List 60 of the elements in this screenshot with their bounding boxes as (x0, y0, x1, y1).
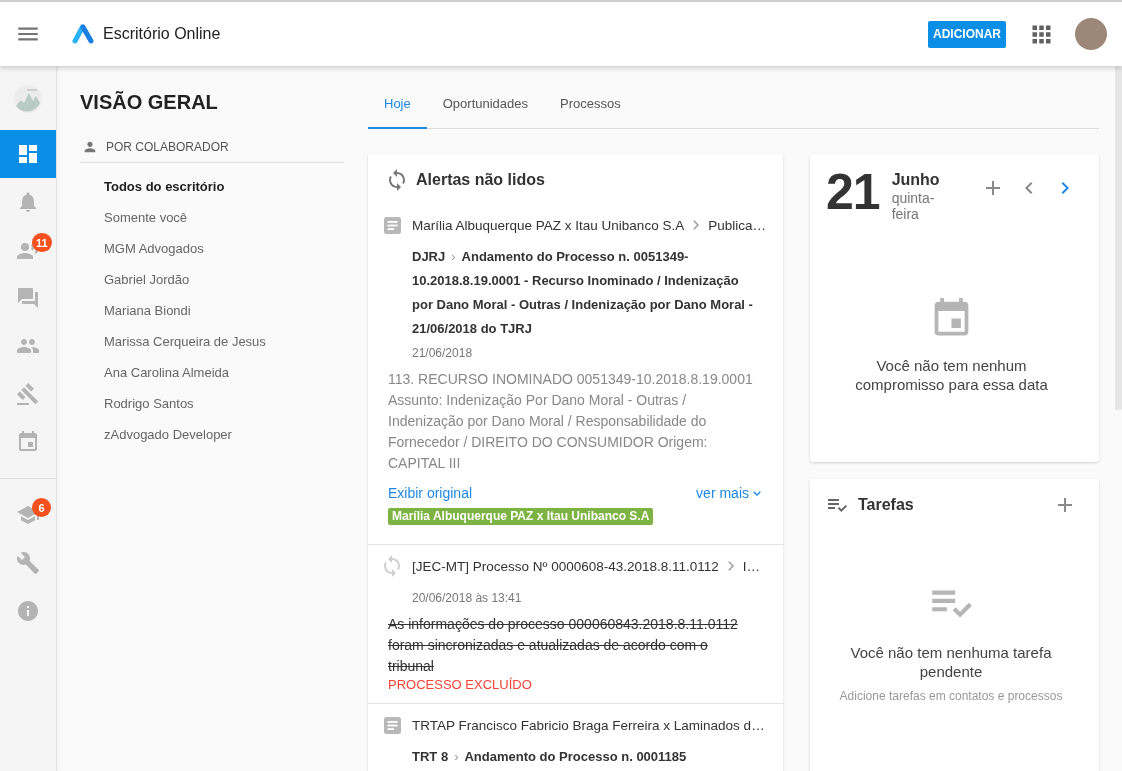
info-icon (16, 599, 40, 623)
caret-icon (753, 490, 761, 496)
alert-title[interactable]: Marília Albuquerque PAZ x Itau Unibanco S.A (412, 217, 685, 233)
month-label: Junho (891, 170, 940, 190)
tab[interactable]: Hoje (368, 80, 427, 129)
dashboard-icon (16, 142, 40, 166)
alert-headline: TRT 8 › Andamento do Processo n. 0001185 (412, 748, 688, 766)
card-title: Tarefas (858, 495, 914, 515)
add-button[interactable]: ADICIONAR (928, 20, 1006, 48)
chevron-icon (727, 561, 734, 571)
day-number: 21 (826, 170, 880, 214)
sidebar-item[interactable]: zAdvogado Developer (104, 419, 232, 450)
person-icon (82, 139, 98, 155)
sidebar-item[interactable]: Gabriel Jordão (104, 264, 190, 295)
count-badge: 6 (32, 498, 51, 517)
sidebar-title: VISÃO GERAL (80, 90, 219, 114)
sidebar-item[interactable]: Mariana Biondi (104, 295, 191, 326)
tab[interactable]: Processos (544, 80, 637, 129)
document-icon (383, 216, 401, 234)
tab[interactable]: Oportunidades (426, 80, 545, 129)
chat-icon (16, 286, 40, 310)
section-header: POR COLABORADOR (106, 139, 229, 155)
alert-category: I… (742, 558, 761, 574)
sidebar-item[interactable]: Somente você (104, 202, 188, 233)
sidebar-item[interactable]: Rodrigo Santos (104, 388, 194, 419)
empty-hint: Adicione tarefas em contatos e processos (839, 688, 1063, 704)
sidebar-item[interactable]: Marissa Cerqueira de Jesus (104, 326, 266, 357)
show-original-link[interactable]: Exibir original (388, 483, 473, 503)
nav-item[interactable]: 11 (0, 226, 56, 274)
card-title: Alertas não lidos (416, 170, 545, 190)
sidebar-item[interactable]: MGM Advogados (104, 233, 204, 264)
alert-body: 113. RECURSO INOMINADO 0051349-10.2018.8.19.0001 Assunto: Indenização Por Dano Moral - Outras / Indenização por Dano Moral / Responsabilidade do Fornecedor / DIREITO DO CONSUMIDOR Origem: CAPITAL III (388, 370, 754, 473)
alert-category: Publica… (708, 217, 766, 233)
scrollbar-thumb[interactable] (1115, 66, 1122, 410)
calendar-icon (16, 430, 40, 454)
status-label: PROCESSO EXCLUÍDO (388, 677, 533, 693)
count-badge: 11 (32, 233, 52, 252)
mountain-chart-icon (14, 85, 42, 113)
alert-headline: DJRJ › Andamento do Processo n. 0051349-10.2018.8.19.0001 - Recurso Inominado / Indenização por Dano Moral - Outras / Indenização por Dano Moral - 21/06/2018 do TJRJ (412, 248, 754, 338)
empty-message: Você não tem nenhuma tarefa pendente (849, 643, 1053, 681)
avatar-placeholder[interactable] (1075, 18, 1107, 50)
logo-icon (72, 24, 94, 44)
alert-date: 21/06/2018 (412, 345, 474, 362)
show-more-link[interactable]: ver mais (696, 483, 761, 503)
chevron-icon (693, 220, 700, 230)
alert-title[interactable]: TRTAP Francisco Fabricio Braga Ferreira x Laminados d… (412, 717, 765, 733)
alert-body: As informações do processo 000060843.2018.8.11.0112 foram sincronizadas e atualizadas de acordo com o tribunal (388, 615, 739, 676)
case-tag: Marília Albuquerque PAZ x Itau Unibanco S.A (388, 508, 654, 525)
gavel-icon (16, 382, 40, 406)
app-title: Escritório Online (103, 25, 221, 43)
document-icon (383, 716, 401, 734)
sidebar-item[interactable]: Todos do escritório (104, 171, 225, 202)
weekday-label: quinta-feira (891, 190, 936, 222)
wrench-icon (16, 551, 40, 575)
sidebar-item[interactable]: Ana Carolina Almeida (104, 357, 230, 388)
nav-item[interactable]: 6 (0, 491, 56, 539)
alert-title[interactable]: [JEC-MT] Processo Nº 0000608-43.2018.8.11.0112 (412, 558, 719, 574)
empty-message: Você não tem nenhum compromisso para essa data (854, 356, 1049, 394)
nav-item[interactable] (0, 130, 56, 178)
alert-date: 20/06/2018 às 13:41 (412, 590, 523, 607)
